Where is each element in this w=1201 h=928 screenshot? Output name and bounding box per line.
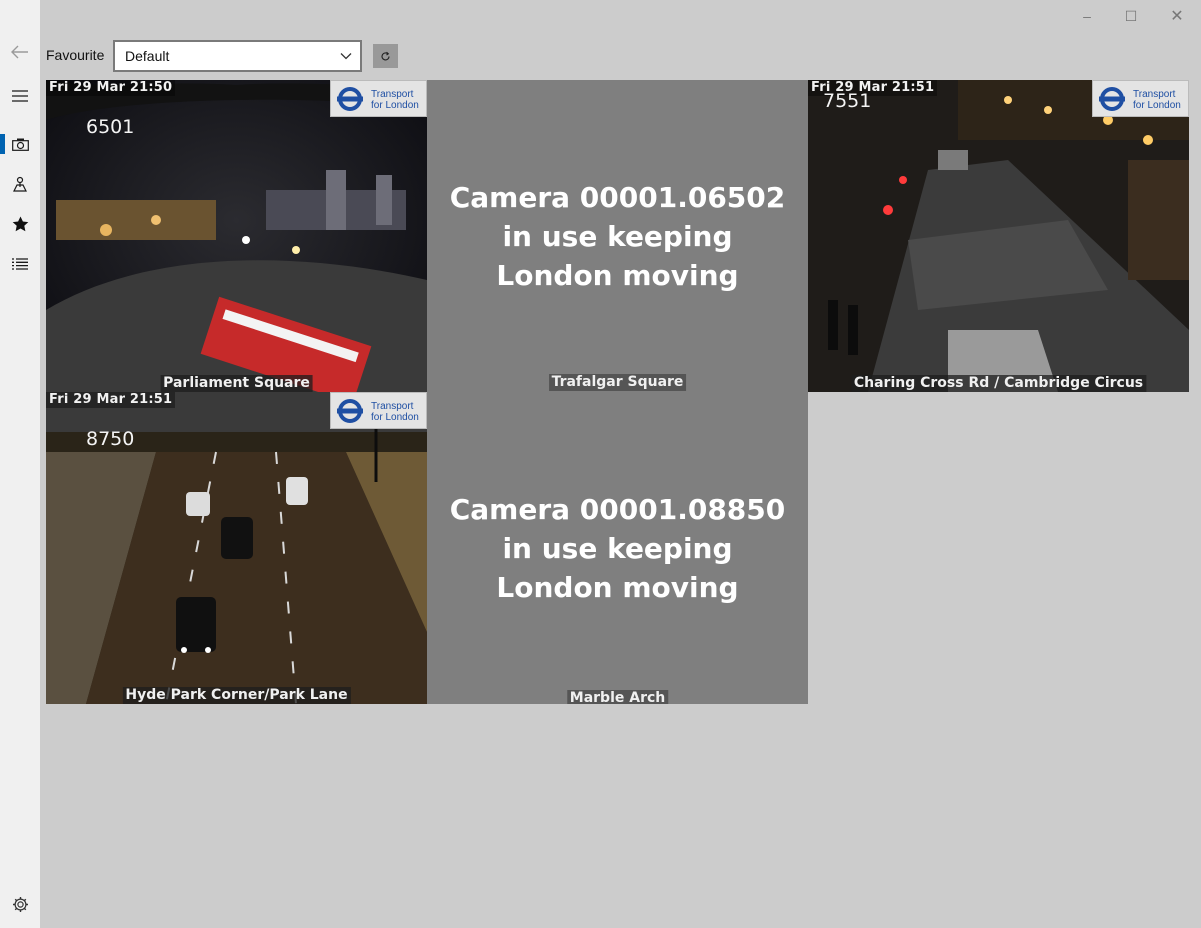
tfl-logo-line-1: Transport <box>371 89 414 100</box>
tfl-logo-line-2: for London <box>371 412 419 423</box>
tfl-logo: Transport for London <box>330 80 427 117</box>
nav-cameras[interactable] <box>0 126 40 162</box>
navigation-rail <box>0 0 40 928</box>
camera-timestamp: Fri 29 Mar 21:50 <box>46 80 176 96</box>
camera-number: 7551 <box>823 90 872 112</box>
hamburger-menu-button[interactable] <box>0 78 40 114</box>
nav-map[interactable] <box>0 166 40 202</box>
settings-gear-icon <box>12 896 28 912</box>
camera-tile-trafalgar-square[interactable]: Camera 00001.06502 in use keeping London… <box>427 80 808 392</box>
camera-location-caption: Marble Arch <box>566 690 669 704</box>
close-button[interactable]: ✕ <box>1154 0 1200 32</box>
tfl-logo-line-1: Transport <box>371 401 414 412</box>
camera-tile-hyde-park-corner[interactable]: Fri 29 Mar 21:51 8750 Transport for Lond… <box>46 392 427 704</box>
camera-tile-charing-cross-rd[interactable]: Fri 29 Mar 21:51 7551 Transport for Lond… <box>808 80 1189 392</box>
tfl-logo-line-2: for London <box>1133 100 1181 111</box>
camera-tile-parliament-square[interactable]: Fri 29 Mar 21:50 6501 Transport for Lond… <box>46 80 427 392</box>
favourite-dropdown[interactable]: Default <box>113 40 362 72</box>
camera-icon <box>11 138 29 151</box>
camera-timestamp: Fri 29 Mar 21:51 <box>46 392 176 408</box>
camera-feed-image <box>808 80 1189 392</box>
minimize-button[interactable]: – <box>1064 0 1110 32</box>
chevron-down-icon <box>340 53 352 60</box>
tfl-logo: Transport for London <box>1092 80 1189 117</box>
back-arrow-icon <box>11 45 28 59</box>
map-pin-icon <box>13 176 27 192</box>
favourite-label: Favourite <box>46 47 105 63</box>
tfl-roundel-icon <box>337 87 363 111</box>
selection-indicator <box>0 134 5 154</box>
camera-location-caption: Parliament Square <box>160 375 313 392</box>
list-icon <box>12 258 28 270</box>
app-window: – ☐ ✕ Favourite Default Fri 29 Mar 21:50… <box>0 0 1201 928</box>
refresh-icon <box>381 51 390 60</box>
refresh-button[interactable] <box>373 44 398 68</box>
tfl-logo-line-2: for London <box>371 100 419 111</box>
tfl-logo-line-1: Transport <box>1133 89 1176 100</box>
star-icon <box>12 216 28 232</box>
hamburger-menu-icon <box>12 90 28 102</box>
back-button[interactable] <box>0 34 40 70</box>
maximize-button[interactable]: ☐ <box>1108 0 1154 32</box>
camera-location-caption: Charing Cross Rd / Cambridge Circus <box>850 375 1147 392</box>
camera-number: 8750 <box>86 428 135 450</box>
settings-button[interactable] <box>0 886 40 922</box>
camera-in-use-message: Camera 00001.06502 in use keeping London… <box>449 181 786 292</box>
tfl-roundel-icon <box>1099 87 1125 111</box>
favourite-selected-value: Default <box>125 48 170 64</box>
nav-list[interactable] <box>0 246 40 282</box>
camera-tile-marble-arch[interactable]: Camera 00001.08850 in use keeping London… <box>427 392 808 704</box>
camera-location-caption: Hyde Park Corner/Park Lane <box>122 687 351 704</box>
tfl-roundel-icon <box>337 399 363 423</box>
camera-number: 6501 <box>86 116 135 138</box>
camera-in-use-message: Camera 00001.08850 in use keeping London… <box>449 493 786 604</box>
nav-favourites[interactable] <box>0 206 40 242</box>
camera-location-caption: Trafalgar Square <box>548 374 687 391</box>
tfl-logo: Transport for London <box>330 392 427 429</box>
